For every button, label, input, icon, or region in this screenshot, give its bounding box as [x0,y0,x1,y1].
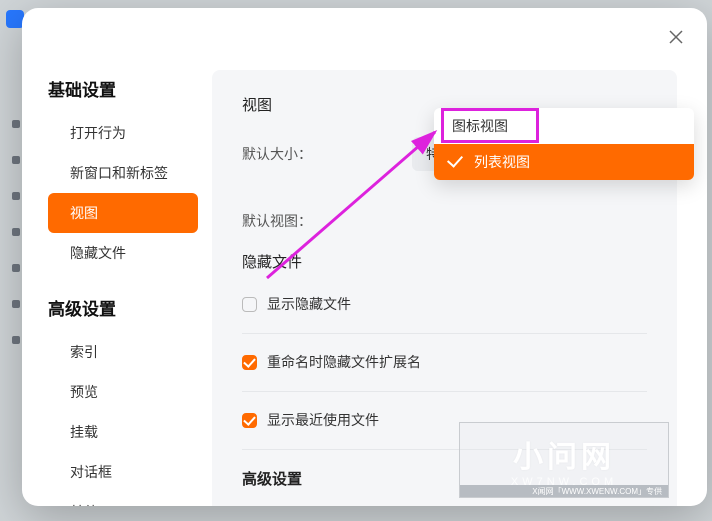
label-show-recent: 显示最近使用文件 [267,410,379,430]
checkbox-show-recent[interactable] [242,413,257,428]
sidebar-item-mount[interactable]: 挂载 [48,412,198,452]
watermark-main: 小问网 [513,432,615,476]
divider [242,391,647,392]
sidebar-category-advanced: 高级设置 [48,287,198,332]
watermark-bar: X闻网「WWW.XWENW.COM」专供 [460,485,668,497]
sidebar-item-preview[interactable]: 预览 [48,372,198,412]
close-button[interactable] [665,26,687,48]
label-hide-ext: 重命名时隐藏文件扩展名 [267,352,421,372]
dropdown-default-view: 图标视图 列表视图 [434,108,694,180]
sidebar-item-hidden-files[interactable]: 隐藏文件 [48,233,198,273]
checkbox-show-hidden[interactable] [242,297,257,312]
settings-modal: 基础设置 打开行为 新窗口和新标签 视图 隐藏文件 高级设置 索引 预览 挂载 … [22,8,707,506]
label-show-hidden: 显示隐藏文件 [267,294,351,314]
background-rail [12,120,20,470]
sidebar-item-index[interactable]: 索引 [48,332,198,372]
dropdown-option-label: 图标视图 [452,116,508,136]
sidebar-item-dialog[interactable]: 对话框 [48,452,198,492]
sidebar-item-new-window-tab[interactable]: 新窗口和新标签 [48,153,198,193]
sidebar-item-other[interactable]: 其他 [48,492,198,506]
divider [242,333,647,334]
row-show-hidden: 显示隐藏文件 [242,294,647,315]
sidebar: 基础设置 打开行为 新窗口和新标签 视图 隐藏文件 高级设置 索引 预览 挂载 … [22,8,212,506]
label-default-size: 默认大小： [242,144,412,164]
sidebar-item-view[interactable]: 视图 [48,193,198,233]
label-default-view: 默认视图： [242,211,412,231]
dropdown-option-icon-view[interactable]: 图标视图 [434,108,694,144]
dropdown-option-list-view[interactable]: 列表视图 [434,144,694,180]
sidebar-category-basic: 基础设置 [48,68,198,113]
sidebar-item-open-behavior[interactable]: 打开行为 [48,113,198,153]
row-hide-ext: 重命名时隐藏文件扩展名 [242,352,647,373]
section-title-hidden: 隐藏文件 [242,251,647,272]
checkbox-hide-ext[interactable] [242,355,257,370]
close-icon [668,29,684,45]
watermark-overlay: 小问网 XW7NW.COM X闻网「WWW.XWENW.COM」专供 [459,422,669,498]
dropdown-option-label: 列表视图 [474,152,530,172]
row-default-view: 默认视图： [242,211,647,231]
